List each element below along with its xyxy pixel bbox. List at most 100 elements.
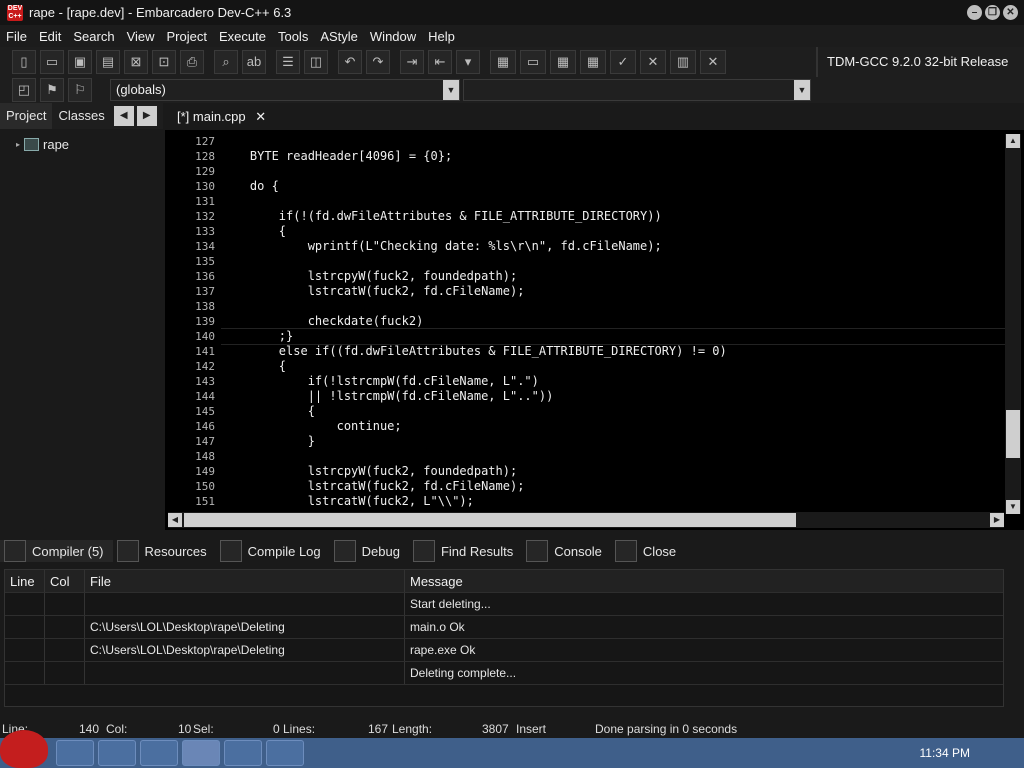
taskbar-notepad-icon[interactable] — [140, 740, 178, 766]
taskbar-chrome-icon[interactable] — [98, 740, 136, 766]
code-line[interactable]: lstrcpyW(fuck2, foundedpath); — [221, 464, 1005, 479]
code-line[interactable] — [221, 134, 1005, 149]
code-line[interactable] — [221, 449, 1005, 464]
save-all-icon[interactable]: ▤ — [96, 50, 120, 74]
column-header-line[interactable]: Line — [5, 570, 45, 592]
code-line[interactable] — [221, 299, 1005, 314]
indent-icon[interactable]: ⇥ — [400, 50, 424, 74]
code-line[interactable]: wprintf(L"Checking date: %ls\r\n", fd.cF… — [221, 239, 1005, 254]
find-icon[interactable]: ⌕ — [214, 50, 238, 74]
code-line[interactable]: { — [221, 404, 1005, 419]
restore-button[interactable]: ❐ — [985, 5, 1000, 20]
bookmark-icon[interactable]: ⚑ — [40, 78, 64, 102]
taskbar-app-icon[interactable] — [224, 740, 262, 766]
tab-resources[interactable]: Resources — [113, 540, 216, 562]
table-row[interactable]: C:\Users\LOL\Desktop\rape\Deleting main.… — [5, 616, 1003, 639]
code-line[interactable]: BYTE readHeader[4096] = {0}; — [221, 149, 1005, 164]
compile-icon[interactable]: ▦ — [490, 50, 516, 74]
menu-project[interactable]: Project — [161, 29, 213, 44]
close-tab-icon[interactable]: ✕ — [255, 109, 266, 124]
vertical-scrollbar[interactable]: ▲ ▼ — [1005, 134, 1021, 514]
code-line[interactable]: lstrcatW(fuck2, fd.cFileName); — [221, 284, 1005, 299]
function-scope-select[interactable]: ▼ — [463, 79, 811, 101]
tab-console[interactable]: Console — [522, 540, 611, 562]
save-icon[interactable]: ▣ — [68, 50, 92, 74]
tab-find-results[interactable]: Find Results — [409, 540, 522, 562]
profile-icon[interactable]: ▥ — [670, 50, 696, 74]
new-file-icon[interactable]: ▯ — [12, 50, 36, 74]
chevron-left-icon[interactable]: ◀ — [113, 106, 134, 126]
split-icon[interactable]: ◫ — [304, 50, 328, 74]
scroll-up-icon[interactable]: ▲ — [1006, 134, 1020, 148]
compile-run-icon[interactable]: ▦ — [550, 50, 576, 74]
chevron-right-icon[interactable]: ▶ — [136, 106, 157, 126]
menu-tools[interactable]: Tools — [272, 29, 314, 44]
menu-astyle[interactable]: AStyle — [314, 29, 364, 44]
goto-declaration-icon[interactable]: ◰ — [12, 78, 36, 102]
code-line[interactable]: else if((fd.dwFileAttributes & FILE_ATTR… — [221, 344, 1005, 359]
code-line[interactable]: lstrcatW(fuck2, L"\\"); — [221, 494, 1005, 509]
check-syntax-icon[interactable]: ✓ — [610, 50, 636, 74]
scroll-right-icon[interactable]: ▶ — [990, 513, 1004, 527]
code-line[interactable] — [221, 254, 1005, 269]
class-scope-select[interactable]: (globals) ▼ — [110, 79, 460, 101]
unindent-icon[interactable]: ⇤ — [428, 50, 452, 74]
table-row[interactable]: Deleting complete... — [5, 662, 1003, 685]
column-header-col[interactable]: Col — [45, 570, 85, 592]
start-button-bird-icon[interactable] — [0, 730, 48, 768]
bookmark-list-icon[interactable]: ▾ — [456, 50, 480, 74]
menu-help[interactable]: Help — [422, 29, 461, 44]
code-line[interactable] — [221, 164, 1005, 179]
project-tree-item[interactable]: ▸ rape — [0, 129, 163, 152]
close-file-icon[interactable]: ⊠ — [124, 50, 148, 74]
code-line[interactable]: if(!(fd.dwFileAttributes & FILE_ATTRIBUT… — [221, 209, 1005, 224]
close-window-button[interactable]: ✕ — [1003, 5, 1018, 20]
rebuild-icon[interactable]: ▦ — [580, 50, 606, 74]
open-folder-icon[interactable]: ▭ — [40, 50, 64, 74]
column-header-message[interactable]: Message — [405, 570, 1003, 592]
menu-edit[interactable]: Edit — [33, 29, 67, 44]
horizontal-scrollbar[interactable]: ◀ ▶ — [168, 512, 1004, 528]
close-panel-button[interactable]: Close — [611, 540, 685, 562]
taskbar-devcpp-icon[interactable] — [182, 740, 220, 766]
bookmark-toggle-icon[interactable]: ⚐ — [68, 78, 92, 102]
scroll-down-icon[interactable]: ▼ — [1006, 500, 1020, 514]
code-line[interactable]: if(!lstrcmpW(fd.cFileName, L".") — [221, 374, 1005, 389]
code-line[interactable]: || !lstrcmpW(fd.cFileName, L"..")) — [221, 389, 1005, 404]
code-line[interactable]: { — [221, 224, 1005, 239]
tab-debug[interactable]: Debug — [330, 540, 409, 562]
menu-view[interactable]: View — [121, 29, 161, 44]
chevron-down-icon[interactable]: ▼ — [794, 80, 810, 100]
editor-tab-main-cpp[interactable]: [*] main.cpp ✕ — [172, 103, 271, 130]
stop-execution-icon[interactable]: ✕ — [640, 50, 666, 74]
scroll-left-icon[interactable]: ◀ — [168, 513, 182, 527]
code-line[interactable]: ;} — [221, 328, 1005, 345]
replace-icon[interactable]: ab — [242, 50, 266, 74]
expand-arrow-icon[interactable]: ▸ — [16, 140, 20, 149]
code-line[interactable] — [221, 194, 1005, 209]
comment-icon[interactable]: ☰ — [276, 50, 300, 74]
redo-icon[interactable]: ↷ — [366, 50, 390, 74]
code-line[interactable]: checkdate(fuck2) — [221, 314, 1005, 329]
minimize-button[interactable]: – — [967, 5, 982, 20]
code-editor[interactable]: [*] main.cpp ✕ 127 128 129 130 131 132 133 134 1… — [165, 103, 1024, 530]
code-line[interactable]: lstrcpyW(fuck2, foundedpath); — [221, 269, 1005, 284]
table-row[interactable]: C:\Users\LOL\Desktop\rape\Deleting rape.… — [5, 639, 1003, 662]
taskbar-clock[interactable]: 11:34 PM — [920, 738, 970, 768]
taskbar-explorer-icon[interactable] — [56, 740, 94, 766]
code-line[interactable]: } — [221, 434, 1005, 449]
run-icon[interactable]: ▭ — [520, 50, 546, 74]
compiler-set-select[interactable]: TDM-GCC 9.2.0 32-bit Release — [816, 47, 1024, 77]
print-icon[interactable]: ⎙ — [180, 50, 204, 74]
tab-classes[interactable]: Classes — [52, 103, 110, 129]
code-line[interactable]: do { — [221, 179, 1005, 194]
chevron-down-icon[interactable]: ▼ — [443, 80, 459, 100]
code-line[interactable]: { — [221, 359, 1005, 374]
tab-compile-log[interactable]: Compile Log — [216, 540, 330, 562]
vertical-scroll-thumb[interactable] — [1006, 410, 1020, 458]
menu-file[interactable]: File — [0, 29, 33, 44]
code-area[interactable]: BYTE readHeader[4096] = {0}; do { if(!(f… — [221, 134, 1005, 514]
code-line[interactable]: lstrcatW(fuck2, fd.cFileName); — [221, 479, 1005, 494]
code-line[interactable]: continue; — [221, 419, 1005, 434]
taskbar-console-icon[interactable] — [266, 740, 304, 766]
